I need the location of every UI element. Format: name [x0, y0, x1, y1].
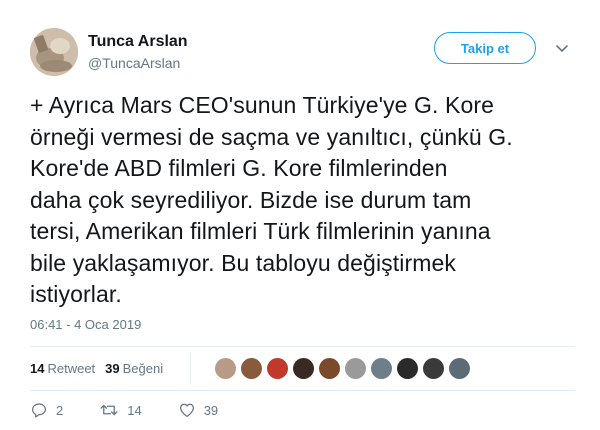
reply-count: 2: [56, 402, 64, 418]
divider: [30, 390, 575, 391]
retweet-action-count: 14: [127, 402, 142, 418]
liker-avatar[interactable]: [423, 357, 444, 379]
heart-icon: [179, 403, 194, 418]
tweet-header: Tunca Arslan @TuncaArslan Takip et: [30, 28, 580, 78]
tweet-stats: 14 Retweet 39 Beğeni: [30, 352, 575, 384]
like-button[interactable]: 39: [178, 401, 218, 419]
follow-button[interactable]: Takip et: [434, 32, 536, 64]
liker-avatars: [190, 352, 475, 384]
chevron-down-icon[interactable]: [554, 40, 570, 56]
liker-avatar[interactable]: [241, 357, 262, 379]
tweet-timestamp[interactable]: 06:41 - 4 Oca 2019: [30, 317, 141, 332]
divider: [30, 346, 575, 347]
tweet-card: Tunca Arslan @TuncaArslan Takip et + Ayr…: [0, 0, 600, 430]
user-handle[interactable]: @TuncaArslan: [88, 54, 188, 72]
reply-icon: [31, 403, 47, 418]
tweet-text: + Ayrıca Mars CEO'sunun Türkiye'ye G. Ko…: [30, 92, 513, 307]
liker-avatar[interactable]: [449, 357, 470, 379]
like-count: 39: [105, 360, 120, 376]
tweet-actions: 2 14 39: [30, 398, 254, 422]
like-action-count: 39: [203, 402, 219, 418]
profile-photo-icon: [30, 28, 78, 76]
liker-avatar[interactable]: [345, 357, 366, 379]
reply-button[interactable]: 2: [30, 401, 63, 419]
avatar[interactable]: [30, 28, 78, 76]
liker-avatar[interactable]: [293, 357, 314, 379]
liker-avatar[interactable]: [267, 357, 288, 379]
retweet-icon: [100, 404, 118, 416]
retweet-label: Retweet: [47, 360, 96, 376]
liker-avatar[interactable]: [397, 357, 418, 379]
liker-avatar[interactable]: [319, 357, 340, 379]
retweet-button[interactable]: 14: [99, 401, 142, 419]
liker-avatar[interactable]: [371, 357, 392, 379]
liker-avatar[interactable]: [215, 357, 236, 379]
display-name[interactable]: Tunca Arslan: [88, 32, 188, 52]
retweet-count: 14: [30, 360, 45, 376]
like-label: Beğeni: [122, 360, 164, 376]
retweet-stat[interactable]: 14 Retweet: [30, 361, 95, 376]
user-names: Tunca Arslan @TuncaArslan: [88, 32, 188, 72]
like-stat[interactable]: 39 Beğeni: [105, 361, 163, 376]
